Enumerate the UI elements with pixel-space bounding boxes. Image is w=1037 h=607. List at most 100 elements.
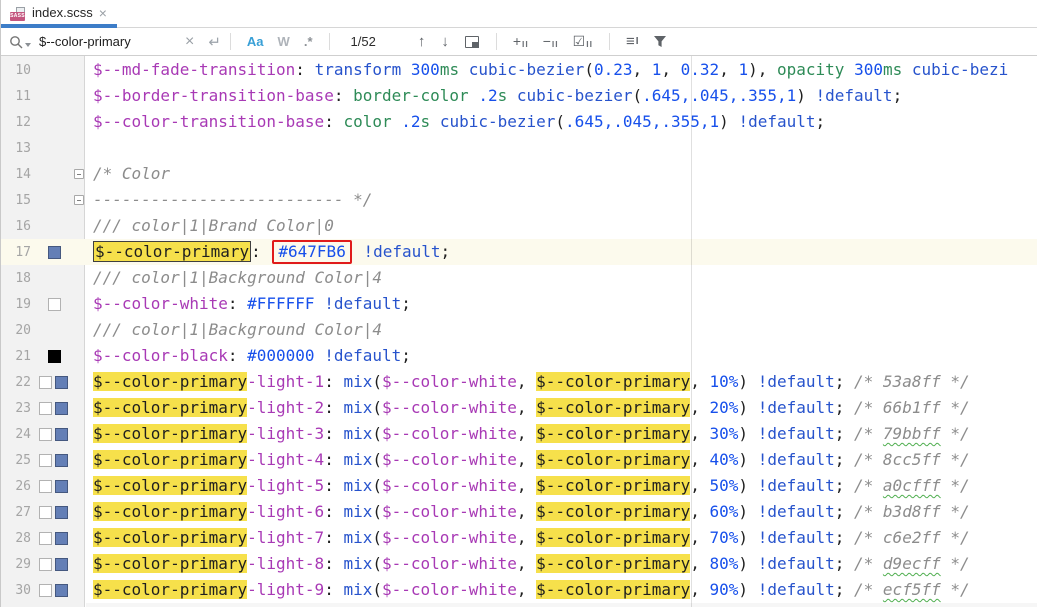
color-preview-swatch[interactable] (39, 584, 52, 597)
code-token: -light-9 (247, 580, 324, 599)
code-token (469, 86, 479, 105)
code-token: $--color-white (382, 372, 517, 391)
color-preview-swatch[interactable] (48, 298, 61, 311)
words-toggle[interactable]: W (278, 34, 290, 49)
code-line[interactable]: 14/* Color (1, 161, 1037, 187)
code-line[interactable]: 13 (1, 135, 1037, 161)
color-preview-swatch[interactable] (39, 506, 52, 519)
next-occurrence-button[interactable]: ↓ (441, 33, 449, 50)
code-token: !default (758, 502, 835, 521)
search-icon[interactable] (9, 35, 31, 49)
filter-icon[interactable] (653, 35, 667, 48)
code-line[interactable]: 30$--color-primary-light-9: mix($--color… (1, 577, 1037, 603)
color-preview-swatch[interactable] (48, 350, 61, 363)
search-match: $--color-primary (536, 476, 690, 495)
previous-occurrence-button[interactable]: ↑ (418, 33, 426, 50)
open-in-find-window-icon[interactable] (465, 36, 479, 48)
code-token (459, 60, 469, 79)
color-preview-swatch[interactable] (48, 246, 61, 259)
code-editor[interactable]: 10$--md-fade-transition: transform 300ms… (1, 56, 1037, 607)
color-preview-swatch[interactable] (39, 532, 52, 545)
remove-occurrence-button[interactable]: −II (543, 34, 559, 49)
tab-index-scss[interactable]: SASS index.scss × (1, 0, 117, 27)
code-token: ) (738, 424, 757, 443)
color-preview-swatch[interactable] (39, 428, 52, 441)
code-token (902, 60, 912, 79)
search-match: $--color-primary (93, 554, 247, 573)
line-number: 22 (3, 375, 31, 390)
code-text: $--color-primary-light-2: mix($--color-w… (86, 395, 970, 421)
color-preview-swatch[interactable] (55, 454, 68, 467)
code-token (844, 60, 854, 79)
add-occurrence-button[interactable]: +II (513, 34, 529, 49)
current-search-match: $--color-primary (93, 241, 251, 262)
code-line[interactable]: 27$--color-primary-light-6: mix($--color… (1, 499, 1037, 525)
match-case-toggle[interactable]: Aa (247, 34, 264, 49)
code-line[interactable]: 28$--color-primary-light-7: mix($--color… (1, 525, 1037, 551)
tab-title: index.scss (32, 5, 93, 22)
fold-marker-icon[interactable] (74, 169, 84, 179)
code-line[interactable]: 15-------------------------- */ (1, 187, 1037, 213)
color-preview-swatch[interactable] (55, 506, 68, 519)
tab-close-icon[interactable]: × (99, 6, 107, 22)
code-token: : (324, 476, 343, 495)
code-line[interactable]: 24$--color-primary-light-3: mix($--color… (1, 421, 1037, 447)
code-line[interactable]: 29$--color-primary-light-8: mix($--color… (1, 551, 1037, 577)
code-token: */ (941, 502, 970, 521)
gutter-cell: 16 (1, 213, 86, 239)
color-preview-swatch[interactable] (55, 584, 68, 597)
horizontal-scrollbar[interactable] (86, 603, 1037, 607)
code-token: ; (401, 346, 411, 365)
code-line[interactable]: 16/// color|1|Brand Color|0 (1, 213, 1037, 239)
code-line[interactable]: 17$--color-primary: #647FB6 !default; (1, 239, 1037, 265)
regex-toggle[interactable]: .* (304, 34, 313, 49)
code-text: $--border-transition-base: border-color … (86, 83, 902, 109)
gutter-cell: 17 (1, 239, 86, 265)
code-token: -light-3 (247, 424, 324, 443)
search-match: $--color-primary (536, 424, 690, 443)
code-line[interactable]: 25$--color-primary-light-4: mix($--color… (1, 447, 1037, 473)
code-token (401, 60, 411, 79)
code-line[interactable]: 18/// color|1|Background Color|4 (1, 265, 1037, 291)
code-token: , (690, 502, 709, 521)
code-line[interactable]: 22$--color-primary-light-1: mix($--color… (1, 369, 1037, 395)
gutter-color-swatches (39, 428, 68, 441)
code-line[interactable]: 20/// color|1|Background Color|4 (1, 317, 1037, 343)
color-preview-swatch[interactable] (55, 402, 68, 415)
code-line[interactable]: 21$--color-black: #000000 !default; (1, 343, 1037, 369)
search-input[interactable]: $--color-primary (39, 34, 185, 49)
code-line[interactable]: 12$--color-transition-base: color .2s cu… (1, 109, 1037, 135)
color-preview-swatch[interactable] (39, 402, 52, 415)
in-selection-toggle[interactable]: ≡I (626, 33, 639, 50)
code-token: ; (401, 294, 411, 313)
code-token: , (690, 450, 709, 469)
code-line[interactable]: 19$--color-white: #FFFFFF !default; (1, 291, 1037, 317)
code-token: , (517, 580, 536, 599)
code-text: $--color-primary: #647FB6 !default; (86, 239, 450, 265)
color-preview-swatch[interactable] (39, 480, 52, 493)
color-preview-swatch[interactable] (55, 480, 68, 493)
code-token: -light-5 (247, 476, 324, 495)
color-preview-swatch[interactable] (39, 558, 52, 571)
code-token: mix (343, 372, 372, 391)
color-preview-swatch[interactable] (39, 454, 52, 467)
fold-marker-icon[interactable] (74, 195, 84, 205)
color-preview-swatch[interactable] (39, 376, 52, 389)
line-number: 21 (3, 349, 31, 364)
select-all-occurrences-button[interactable]: ☑II (573, 34, 593, 49)
color-preview-swatch[interactable] (55, 532, 68, 545)
newline-icon[interactable]: ↵ (208, 33, 221, 51)
search-match: $--color-primary (536, 502, 690, 521)
code-token: 79bbff (883, 424, 941, 443)
code-line[interactable]: 26$--color-primary-light-5: mix($--color… (1, 473, 1037, 499)
color-preview-swatch[interactable] (55, 376, 68, 389)
divider (230, 33, 231, 50)
code-line[interactable]: 10$--md-fade-transition: transform 300ms… (1, 57, 1037, 83)
code-token: ) (738, 450, 757, 469)
code-token: , (517, 528, 536, 547)
color-preview-swatch[interactable] (55, 428, 68, 441)
code-line[interactable]: 23$--color-primary-light-2: mix($--color… (1, 395, 1037, 421)
code-line[interactable]: 11$--border-transition-base: border-colo… (1, 83, 1037, 109)
clear-search-icon[interactable]: × (185, 34, 194, 50)
color-preview-swatch[interactable] (55, 558, 68, 571)
